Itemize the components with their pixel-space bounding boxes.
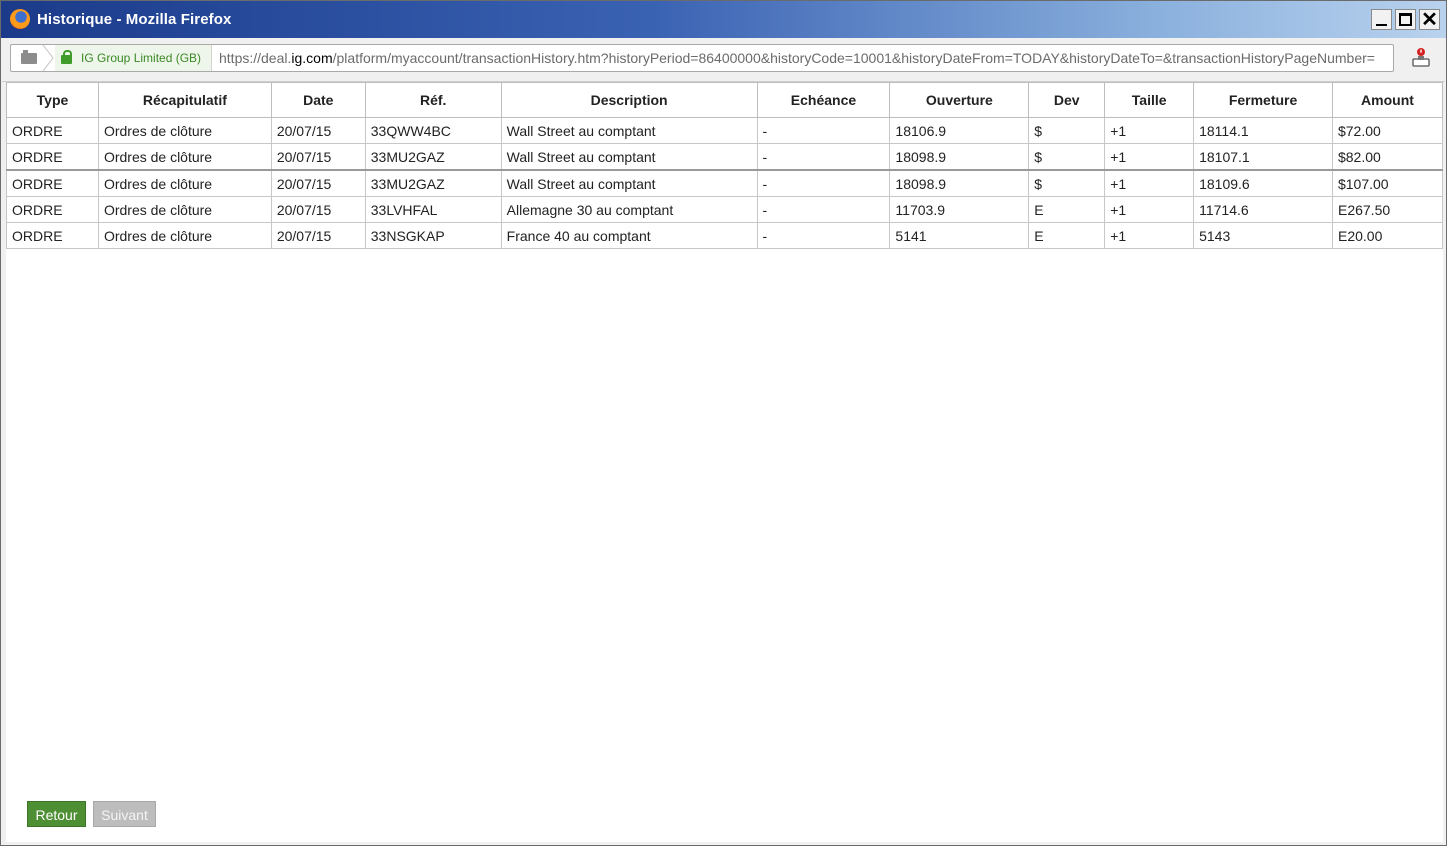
header-amount[interactable]: Amount [1331, 82, 1444, 118]
transaction-history-table: Type Récapitulatif Date Réf. Description… [6, 82, 1444, 249]
table-row[interactable]: ORDRE Ordres de clôture 20/07/15 33MU2GA… [6, 143, 1444, 171]
cell-opening: 5141 [889, 222, 1030, 249]
firefox-icon [10, 9, 30, 29]
cell-opening: 11703.9 [889, 196, 1030, 223]
cell-closing: 18109.6 [1193, 169, 1333, 197]
cell-closing: 5143 [1193, 222, 1333, 249]
cell-size: +1 [1104, 143, 1195, 171]
url-bar[interactable]: IG Group Limited (GB) https://deal.ig.co… [10, 44, 1394, 72]
cell-opening: 18098.9 [889, 143, 1030, 171]
cell-description: Allemagne 30 au comptant [500, 196, 758, 223]
cell-closing: 18114.1 [1193, 117, 1333, 144]
cell-closing: 11714.6 [1193, 196, 1333, 223]
addon-icon[interactable] [1410, 47, 1432, 69]
cell-type: ORDRE [6, 143, 99, 171]
close-button[interactable]: ✕ [1419, 9, 1440, 31]
header-summary[interactable]: Récapitulatif [97, 82, 272, 118]
page-content: Type Récapitulatif Date Réf. Description… [6, 82, 1444, 842]
cell-size: +1 [1104, 117, 1195, 144]
header-currency[interactable]: Dev [1028, 82, 1106, 118]
url-text[interactable]: https://deal.ig.com/platform/myaccount/t… [219, 50, 1375, 66]
cell-type: ORDRE [6, 222, 99, 249]
minimize-icon [1376, 24, 1387, 26]
cell-summary: Ordres de clôture [97, 222, 272, 249]
page-icon[interactable] [21, 50, 37, 64]
table-row[interactable]: ORDRE Ordres de clôture 20/07/15 33MU2GA… [6, 169, 1444, 197]
cell-date: 20/07/15 [270, 117, 366, 144]
table-row[interactable]: ORDRE Ordres de clôture 20/07/15 33NSGKA… [6, 222, 1444, 249]
lock-icon [61, 50, 72, 64]
cell-summary: Ordres de clôture [97, 143, 272, 171]
cell-reference: 33NSGKAP [364, 222, 502, 249]
cell-summary: Ordres de clôture [97, 117, 272, 144]
cell-closing: 18107.1 [1193, 143, 1333, 171]
cell-opening: 18098.9 [889, 169, 1030, 197]
header-type[interactable]: Type [6, 82, 99, 118]
cell-description: Wall Street au comptant [500, 117, 758, 144]
cell-size: +1 [1104, 196, 1195, 223]
cell-date: 20/07/15 [270, 169, 366, 197]
url-prefix: https://deal. [219, 50, 292, 66]
cell-date: 20/07/15 [270, 222, 366, 249]
cell-currency: $ [1028, 143, 1106, 171]
firefox-window: Historique - Mozilla Firefox ✕ IG Group … [0, 0, 1447, 846]
url-suffix: /platform/myaccount/transactionHistory.h… [332, 50, 1375, 66]
cell-description: Wall Street au comptant [500, 143, 758, 171]
header-expiry[interactable]: Echéance [756, 82, 891, 118]
cell-reference: 33MU2GAZ [364, 143, 502, 171]
table-header-row: Type Récapitulatif Date Réf. Description… [6, 82, 1444, 118]
cell-expiry: - [756, 117, 891, 144]
cell-summary: Ordres de clôture [97, 196, 272, 223]
cell-reference: 33MU2GAZ [364, 169, 502, 197]
cell-amount: E267.50 [1331, 196, 1444, 223]
url-domain: ig.com [291, 50, 333, 66]
chevron-right-icon [42, 45, 54, 71]
cell-expiry: - [756, 222, 891, 249]
header-reference[interactable]: Réf. [364, 82, 502, 118]
cell-amount: E20.00 [1331, 222, 1444, 249]
maximize-button[interactable] [1395, 9, 1416, 30]
title-bar[interactable]: Historique - Mozilla Firefox ✕ [1, 1, 1446, 38]
cell-type: ORDRE [6, 117, 99, 144]
window-title: Historique - Mozilla Firefox [37, 11, 232, 28]
header-date[interactable]: Date [270, 82, 366, 118]
cell-description: Wall Street au comptant [500, 169, 758, 197]
cell-reference: 33QWW4BC [364, 117, 502, 144]
next-button: Suivant [93, 801, 156, 827]
maximize-icon [1399, 13, 1412, 26]
cell-summary: Ordres de clôture [97, 169, 272, 197]
cell-currency: E [1028, 196, 1106, 223]
cell-amount: $82.00 [1331, 143, 1444, 171]
table-row[interactable]: ORDRE Ordres de clôture 20/07/15 33QWW4B… [6, 117, 1444, 144]
cell-opening: 18106.9 [889, 117, 1030, 144]
cell-reference: 33LVHFAL [364, 196, 502, 223]
cell-currency: $ [1028, 169, 1106, 197]
cell-expiry: - [756, 143, 891, 171]
navigation-bar: IG Group Limited (GB) https://deal.ig.co… [2, 39, 1445, 82]
cell-expiry: - [756, 196, 891, 223]
cell-type: ORDRE [6, 196, 99, 223]
site-identity-label: IG Group Limited (GB) [81, 51, 202, 65]
cell-date: 20/07/15 [270, 143, 366, 171]
back-button[interactable]: Retour [27, 801, 86, 827]
cell-amount: $107.00 [1331, 169, 1444, 197]
table-row[interactable]: ORDRE Ordres de clôture 20/07/15 33LVHFA… [6, 196, 1444, 223]
cell-type: ORDRE [6, 169, 99, 197]
header-description[interactable]: Description [500, 82, 758, 118]
cell-date: 20/07/15 [270, 196, 366, 223]
cell-expiry: - [756, 169, 891, 197]
cell-amount: $72.00 [1331, 117, 1444, 144]
cell-size: +1 [1104, 222, 1195, 249]
minimize-button[interactable] [1371, 9, 1392, 30]
cell-description: France 40 au comptant [500, 222, 758, 249]
cell-currency: $ [1028, 117, 1106, 144]
cell-size: +1 [1104, 169, 1195, 197]
header-size[interactable]: Taille [1104, 82, 1195, 118]
close-icon: ✕ [1421, 9, 1438, 31]
cell-currency: E [1028, 222, 1106, 249]
header-opening[interactable]: Ouverture [889, 82, 1030, 118]
header-closing[interactable]: Fermeture [1193, 82, 1333, 118]
